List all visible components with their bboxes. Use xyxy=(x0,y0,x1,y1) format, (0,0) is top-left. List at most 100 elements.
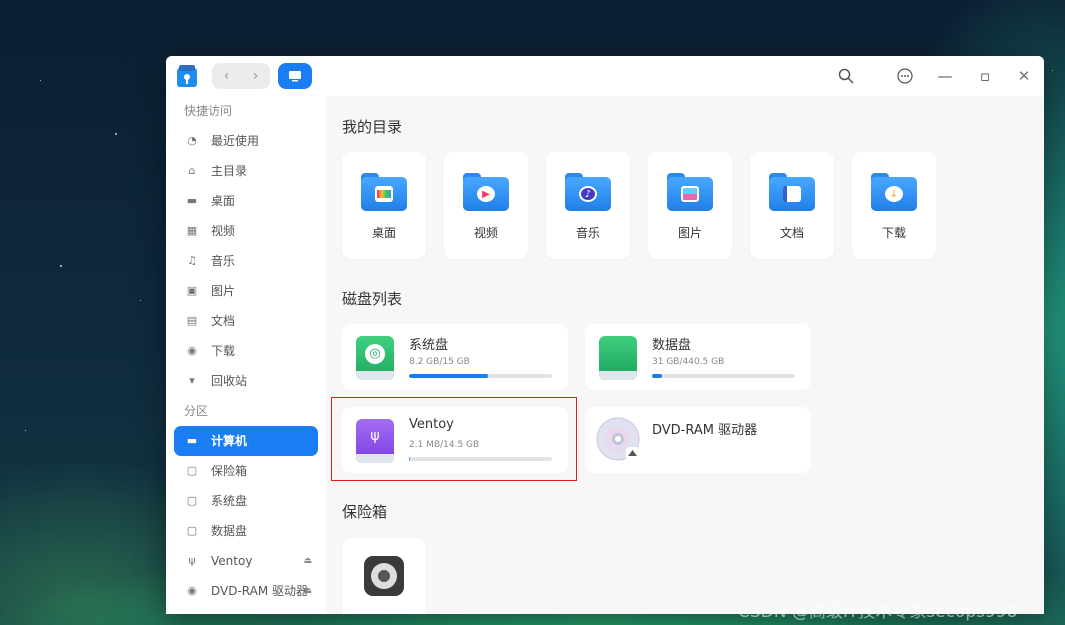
disk-name: 系统盘 xyxy=(409,338,449,353)
dvd-icon: ◉ xyxy=(187,584,197,597)
disk-icon: ▢ xyxy=(186,494,198,507)
close-button[interactable]: ✕ xyxy=(1014,66,1034,86)
disk-card-dvd[interactable]: DVD-RAM 驱动器 xyxy=(585,407,811,473)
star xyxy=(40,80,41,81)
file-manager-window: ‹ › — ▫ ✕ 快捷访问 ◔ 最近使用 ⌂ 主目录 ▬ 桌面 ▦ 视频 ♫ … xyxy=(166,56,1044,614)
document-icon: ▤ xyxy=(186,314,198,327)
sidebar-item-documents[interactable]: ▤ 文档 xyxy=(174,306,318,336)
back-button[interactable]: ‹ xyxy=(212,63,241,89)
disk-size: 8.2 GB/15 GB xyxy=(409,357,470,367)
partition-title: 分区 xyxy=(184,404,209,418)
sidebar-item-label: Ventoy xyxy=(211,554,253,568)
desktop-folder-icon xyxy=(361,173,407,211)
navigation-buttons: ‹ › xyxy=(212,63,270,89)
sidebar-item-downloads[interactable]: ◉ 下载 xyxy=(174,336,318,366)
titlebar: ‹ › — ▫ ✕ xyxy=(166,56,1044,96)
sidebar-item-label: 最近使用 xyxy=(211,134,260,148)
sidebar-item-computer[interactable]: ▬ 计算机 xyxy=(174,426,318,456)
dvd-disc-icon xyxy=(596,417,640,461)
video-folder-icon: ▶ xyxy=(463,173,509,211)
dir-card-documents[interactable]: 文档 xyxy=(750,152,834,259)
disk-name: DVD-RAM 驱动器 xyxy=(652,423,758,438)
music-icon: ♫ xyxy=(187,254,197,267)
star xyxy=(115,133,117,135)
sidebar-item-trash[interactable]: ▾ 回收站 xyxy=(174,366,318,396)
data-disk-icon xyxy=(599,336,637,380)
dir-label: 音乐 xyxy=(575,226,600,240)
dir-card-videos[interactable]: ▶ 视频 xyxy=(444,152,528,259)
dir-label: 图片 xyxy=(677,226,702,240)
sidebar-item-home[interactable]: ⌂ 主目录 xyxy=(174,156,318,186)
sidebar-item-music[interactable]: ♫ 音乐 xyxy=(174,246,318,276)
sidebar-item-label: DVD-RAM 驱动器 xyxy=(211,584,309,598)
system-disk-icon: ◎ xyxy=(356,336,394,380)
picture-icon: ▣ xyxy=(186,284,198,297)
music-folder-icon: ♪ xyxy=(565,173,611,211)
sidebar-item-label: 视频 xyxy=(211,224,236,238)
star xyxy=(1052,70,1053,71)
sidebar-item-dvd[interactable]: ◉ DVD-RAM 驱动器 ⏏ xyxy=(174,576,318,606)
disk-usage-bar xyxy=(409,374,552,378)
sidebar-item-label: 计算机 xyxy=(211,434,248,448)
file-manager-logo-icon xyxy=(177,65,197,87)
dir-label: 下载 xyxy=(881,226,906,240)
vault-card[interactable] xyxy=(342,538,426,614)
disk-usage-bar xyxy=(652,374,795,378)
sidebar-item-videos[interactable]: ▦ 视频 xyxy=(174,216,318,246)
star xyxy=(140,300,141,301)
dir-card-desktop[interactable]: 桌面 xyxy=(342,152,426,259)
sidebar-item-desktop[interactable]: ▬ 桌面 xyxy=(174,186,318,216)
sidebar-item-label: 音乐 xyxy=(211,254,236,268)
eject-icon[interactable]: ⏏ xyxy=(303,576,312,606)
picture-folder-icon xyxy=(667,173,713,211)
trash-icon: ▾ xyxy=(189,374,195,387)
download-icon: ◉ xyxy=(187,344,197,357)
sidebar-item-label: 回收站 xyxy=(211,374,248,388)
home-icon: ⌂ xyxy=(188,164,196,177)
dir-card-downloads[interactable]: ↓ 下载 xyxy=(852,152,936,259)
disk-card-data[interactable]: 数据盘 31 GB/440.5 GB xyxy=(585,324,811,390)
vault-icon xyxy=(364,556,404,596)
disk-size: 31 GB/440.5 GB xyxy=(652,357,725,367)
search-button[interactable] xyxy=(836,66,856,86)
clock-icon: ◔ xyxy=(187,134,197,147)
vault-section-title: 保险箱 xyxy=(342,503,388,521)
disk-usage-fill xyxy=(652,374,662,378)
sidebar-item-system-disk[interactable]: ▢ 系统盘 xyxy=(174,486,318,516)
minimize-button[interactable]: — xyxy=(935,66,955,86)
vault-icon: ▢ xyxy=(186,464,198,477)
usb-icon: ψ xyxy=(188,554,196,567)
computer-view-button[interactable] xyxy=(278,63,312,89)
sidebar: 快捷访问 ◔ 最近使用 ⌂ 主目录 ▬ 桌面 ▦ 视频 ♫ 音乐 ▣ 图片 ▤ 文档 ◉ 下载 … xyxy=(166,96,326,614)
maximize-button[interactable]: ▫ xyxy=(975,66,995,86)
more-menu-button[interactable] xyxy=(895,66,915,86)
sidebar-item-ventoy[interactable]: ψ Ventoy ⏏ xyxy=(174,546,318,576)
disk-card-system[interactable]: ◎ 系统盘 8.2 GB/15 GB xyxy=(342,324,568,390)
star xyxy=(25,430,26,431)
sidebar-item-label: 系统盘 xyxy=(211,494,248,508)
computer-icon: ▬ xyxy=(186,434,198,447)
sidebar-item-label: 桌面 xyxy=(211,194,236,208)
star xyxy=(60,265,62,267)
forward-button[interactable]: › xyxy=(241,63,270,89)
disk-name: 数据盘 xyxy=(652,338,692,353)
disk-icon: ▢ xyxy=(186,524,198,537)
sidebar-item-data-disk[interactable]: ▢ 数据盘 xyxy=(174,516,318,546)
download-folder-icon: ↓ xyxy=(871,173,917,211)
search-icon xyxy=(838,68,854,84)
csdn-watermark: CSDN @高级IT技术专家secops998 xyxy=(738,602,1018,622)
red-highlight-box xyxy=(331,397,577,481)
document-folder-icon xyxy=(769,173,815,211)
sidebar-item-recent[interactable]: ◔ 最近使用 xyxy=(174,126,318,156)
dir-card-music[interactable]: ♪ 音乐 xyxy=(546,152,630,259)
quick-access-title: 快捷访问 xyxy=(184,104,233,118)
sidebar-item-vault[interactable]: ▢ 保险箱 xyxy=(174,456,318,486)
sidebar-item-pictures[interactable]: ▣ 图片 xyxy=(174,276,318,306)
eject-icon[interactable]: ⏏ xyxy=(303,546,312,576)
sidebar-item-label: 下载 xyxy=(211,344,236,358)
my-directories-title: 我的目录 xyxy=(342,118,403,136)
dir-card-pictures[interactable]: 图片 xyxy=(648,152,732,259)
sidebar-item-label: 保险箱 xyxy=(211,464,248,478)
disk-usage-fill xyxy=(409,374,488,378)
dir-label: 桌面 xyxy=(371,226,396,240)
